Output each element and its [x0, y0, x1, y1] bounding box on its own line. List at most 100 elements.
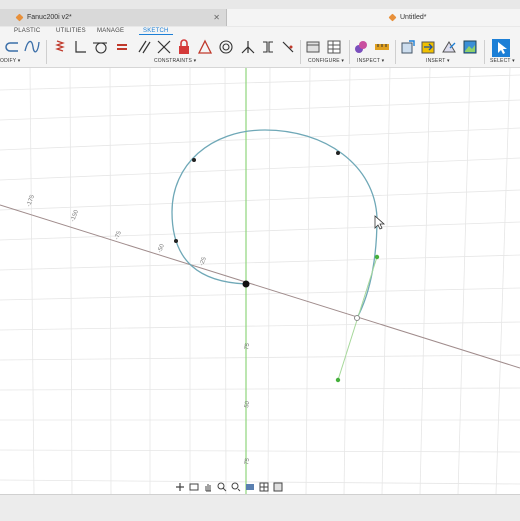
insert-menu[interactable]: INSERT ▾ [426, 58, 450, 64]
spline-tool[interactable] [24, 39, 40, 55]
document-tab-title: Fanuc200i v2* [27, 14, 72, 21]
document-cube-icon [15, 13, 24, 22]
tab-plastic[interactable]: PLASTIC [14, 28, 40, 34]
coil-constraint[interactable] [52, 39, 68, 55]
zoom-nav-button[interactable] [216, 482, 228, 492]
look-at-icon [189, 483, 199, 491]
look-at-nav-button[interactable] [188, 482, 200, 492]
select-menu[interactable]: SELECT ▾ [490, 58, 515, 64]
separator [395, 40, 396, 64]
offset-tool[interactable] [4, 39, 20, 55]
curvature-constraint[interactable] [240, 39, 256, 55]
insert-mesh-tool[interactable] [441, 39, 457, 55]
axis-label: 75 [244, 457, 251, 465]
tangent-handle-point[interactable] [335, 377, 341, 383]
measure-tool[interactable] [374, 39, 390, 55]
constraints-menu[interactable]: CONSTRAINTS ▾ [154, 58, 196, 64]
spline-fit-point[interactable] [192, 158, 196, 162]
insert-mcmaster-tool[interactable] [420, 39, 436, 55]
modify-menu[interactable]: ODIFY ▾ [0, 58, 21, 64]
spline-end-point[interactable] [354, 315, 360, 321]
tangent-icon [93, 42, 107, 54]
curvature-icon [241, 41, 255, 54]
separator [484, 40, 485, 64]
sketch-canvas[interactable]: -175 -150 -75 -50 -25 75 50 75 [0, 67, 520, 495]
close-tab-icon[interactable]: ✕ [213, 13, 220, 22]
pan-hand-icon [205, 484, 211, 492]
orbit-nav-button[interactable] [174, 482, 186, 492]
grid [0, 67, 520, 495]
concentric-constraint[interactable] [218, 39, 234, 55]
viewports-icon [273, 482, 283, 492]
concentric-icon [219, 40, 233, 54]
sketch-viewport[interactable]: -175 -150 -75 -50 -25 75 50 75 [0, 67, 520, 495]
grid-settings-button[interactable] [258, 482, 270, 492]
lock-icon [179, 39, 189, 54]
insert-image-icon [463, 40, 477, 54]
offset-icon [5, 42, 18, 52]
parameters-tool[interactable] [305, 39, 321, 55]
navigation-bar [174, 481, 290, 493]
timeline-bar [0, 494, 520, 521]
ribbon-tabs: PLASTIC UTILITIES MANAGE SKETCH [0, 27, 520, 37]
spline-fit-point[interactable] [174, 239, 178, 243]
separator [46, 40, 47, 64]
separator [349, 40, 350, 64]
inspect-menu[interactable]: INSPECT ▾ [357, 58, 384, 64]
sketch-toolbar: ODIFY ▾ CONSTRAINTS ▾ CONFIGURE ▾ INSPEC… [0, 37, 520, 68]
tab-manage[interactable]: MANAGE [97, 28, 124, 34]
orbit-icon [176, 483, 184, 491]
document-tab-title: Untitled* [400, 14, 427, 21]
axis-label: -25 [199, 256, 208, 267]
viewports-button[interactable] [272, 482, 284, 492]
midpoint-constraint[interactable] [260, 39, 276, 55]
table-icon [327, 40, 341, 54]
parallel-icon [138, 40, 151, 54]
table-tool[interactable] [326, 39, 342, 55]
fit-window-icon [231, 482, 241, 492]
measure-icon [375, 44, 389, 50]
origin-point[interactable] [242, 280, 250, 288]
coincident-constraint[interactable] [280, 39, 296, 55]
spline-icon [24, 40, 40, 53]
section-analysis-icon [355, 41, 367, 53]
configure-menu[interactable]: CONFIGURE ▾ [308, 58, 344, 64]
fit-nav-button[interactable] [230, 482, 242, 492]
document-tab-fanuc[interactable]: Fanuc200i v2* ✕ [0, 9, 227, 26]
insert-derive-icon [401, 40, 415, 54]
midpoint-icon [263, 41, 273, 53]
grid-icon [259, 482, 269, 492]
insert-derive-tool[interactable] [400, 39, 416, 55]
separator [300, 40, 301, 64]
axis-label: -150 [70, 209, 80, 223]
symmetric-icon [157, 40, 171, 54]
perpendicular-constraint[interactable] [72, 39, 88, 55]
insert-canvas-tool[interactable] [462, 39, 478, 55]
tangent-constraint[interactable] [92, 39, 108, 55]
spline-curve[interactable] [171, 129, 378, 319]
triangle-constraint[interactable] [197, 39, 213, 55]
tab-utilities[interactable]: UTILITIES [56, 28, 86, 34]
axis-label: -75 [114, 230, 123, 241]
document-cube-icon [388, 13, 397, 22]
fix-constraint[interactable] [176, 39, 192, 55]
display-settings-button[interactable] [244, 482, 256, 492]
red-axis-line [0, 204, 520, 369]
insert-mcmaster-icon [421, 41, 435, 54]
insert-mesh-icon [442, 41, 456, 53]
display-settings-icon [246, 484, 254, 490]
symmetric-constraint[interactable] [156, 39, 172, 55]
spline-fit-point[interactable] [336, 151, 340, 155]
inspect-section-tool[interactable] [353, 39, 369, 55]
axis-label: 50 [244, 400, 251, 408]
tab-sketch[interactable]: SKETCH [139, 28, 173, 35]
document-tab-untitled[interactable]: Untitled* [227, 9, 520, 26]
coincident-icon [282, 41, 294, 53]
coil-icon [55, 40, 65, 52]
tangent-handle-point[interactable] [374, 254, 380, 260]
select-tool[interactable] [492, 39, 510, 57]
parallel-constraint[interactable] [136, 39, 152, 55]
document-tab-bar: Fanuc200i v2* ✕ Untitled* [0, 0, 520, 28]
equal-constraint[interactable] [114, 39, 130, 55]
pan-nav-button[interactable] [202, 482, 214, 492]
